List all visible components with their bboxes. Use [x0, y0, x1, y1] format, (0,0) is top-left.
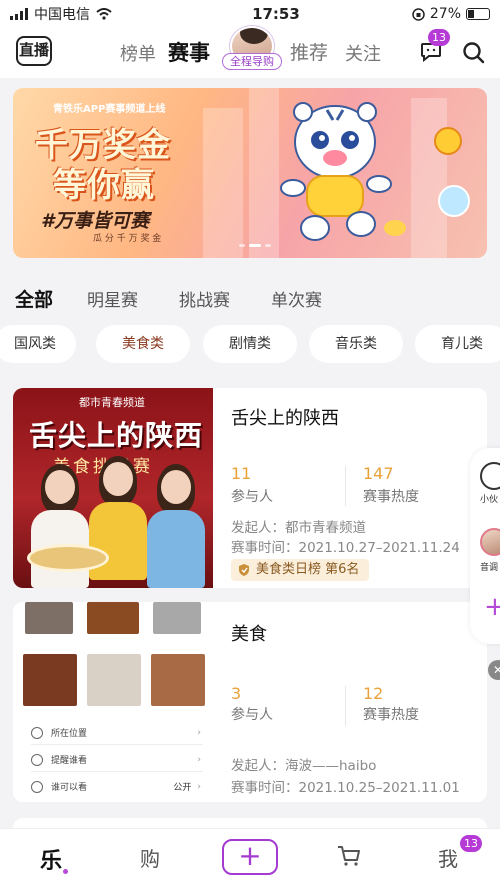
tab-shop[interactable]: 购 [140, 843, 160, 872]
event-collage: 所在位置 › 提醒谁看 › 谁可以看 公开 › [13, 602, 213, 802]
guide-avatar-button[interactable]: 全程导购 [222, 26, 282, 72]
stat-divider [345, 686, 346, 726]
post-setting-visibility[interactable]: 谁可以看 公开 › [31, 780, 201, 793]
float-item-2-label: 音调 [480, 563, 499, 573]
float-add-icon[interactable]: + [484, 594, 500, 620]
participants-label: 参与人 [231, 489, 273, 505]
tab-follow[interactable]: 关注 [345, 40, 381, 66]
heat-label: 赛事热度 [363, 707, 419, 723]
battery-icon [466, 8, 490, 20]
at-icon [31, 753, 43, 766]
chip-food[interactable]: 美食类 [96, 325, 190, 363]
food-plate-icon [27, 544, 109, 572]
clock: 17:53 [252, 5, 300, 23]
poster-brand: 都市青春频道 [79, 396, 145, 409]
tab-me[interactable]: 我 [438, 843, 458, 872]
coin-decoration-icon [384, 220, 406, 236]
post-setting-label: 所在位置 [51, 729, 88, 739]
tab-ranking[interactable]: 榜单 [120, 40, 156, 66]
signal-icon [10, 8, 28, 20]
bubble-decoration-icon [438, 185, 470, 217]
cart-icon[interactable] [337, 845, 361, 867]
chip-guofeng[interactable]: 国风类 [0, 325, 76, 363]
search-icon[interactable] [462, 41, 486, 65]
event-period: 赛事时间：2021.10.25–2021.11.01 [231, 780, 460, 796]
heat-label: 赛事热度 [363, 489, 419, 505]
participants-count: 11 [231, 464, 252, 483]
active-dot [63, 869, 68, 874]
chevron-right-icon: › [197, 781, 201, 792]
streamer-avatar[interactable] [480, 528, 500, 556]
event-title: 舌尖上的陕西 [231, 408, 339, 429]
category-tab-star[interactable]: 明星赛 [87, 286, 138, 311]
chevron-right-icon: › [197, 727, 201, 738]
shield-icon [239, 564, 249, 576]
guide-label: 全程导购 [222, 53, 282, 70]
me-badge: 13 [460, 835, 482, 852]
participants-count: 3 [231, 684, 242, 703]
carrier-label: 中国电信 [34, 7, 90, 23]
category-tab-all[interactable]: 全部 [15, 285, 53, 312]
float-item-1-label: 小伙 [480, 495, 499, 505]
close-icon[interactable]: ✕ [488, 660, 500, 680]
banner-top-text: 青铁乐APP赛事频道上线 [53, 104, 166, 115]
promo-banner[interactable]: 青铁乐APP赛事频道上线 千万奖金 等你赢 #万事皆可赛 瓜 分 千 万 奖 金 [13, 88, 487, 258]
participants-label: 参与人 [231, 707, 273, 723]
user-icon [31, 780, 43, 793]
post-setting-location[interactable]: 所在位置 › [31, 726, 201, 739]
post-setting-value: 公开 [173, 783, 192, 793]
status-bar: 中国电信 17:53 27% [0, 0, 500, 28]
heat-count: 12 [363, 684, 384, 703]
category-tab-challenge[interactable]: 挑战赛 [179, 286, 230, 311]
tab-le[interactable]: 乐 [40, 843, 62, 875]
tiger-avatar-icon [480, 462, 500, 490]
chip-drama[interactable]: 剧情类 [203, 325, 297, 363]
bottom-tab-bar: 乐 购 + 我 13 [0, 828, 500, 888]
floating-live-panel[interactable]: 小伙 音调 + [470, 448, 500, 644]
tiger-mascot-icon [280, 102, 392, 241]
location-icon [31, 726, 43, 739]
stat-divider [345, 466, 346, 506]
heat-count: 147 [363, 464, 394, 483]
tab-recommend[interactable]: 推荐 [290, 38, 328, 65]
event-initiator: 发起人：海波——haibo [231, 758, 377, 774]
emoji-decoration-icon [434, 127, 462, 155]
event-card-2[interactable]: 所在位置 › 提醒谁看 › 谁可以看 公开 › 美食 3 参与人 12 赛事热度… [13, 602, 487, 802]
chip-music[interactable]: 音乐类 [309, 325, 403, 363]
battery-percent: 27% [429, 6, 461, 22]
subcategory-chips: 国风类 美食类 剧情类 音乐类 育儿类 [0, 325, 500, 363]
rank-badge[interactable]: 美食类日榜 第6名 [231, 559, 370, 581]
chevron-right-icon: › [197, 754, 201, 765]
event-title: 美食 [231, 624, 267, 645]
banner-sub: 瓜 分 千 万 奖 金 [93, 234, 162, 244]
rank-text: 美食类日榜 第6名 [256, 562, 360, 577]
event-card-1[interactable]: 都市青春频道 舌尖上的陕西 美食挑战赛 舌尖上的陕西 11 参与人 147 赛事… [13, 388, 487, 588]
event-period: 赛事时间：2021.10.27–2021.11.24 [231, 540, 460, 556]
category-tab-single[interactable]: 单次赛 [271, 286, 322, 311]
poster-title: 舌尖上的陕西 [29, 419, 204, 452]
banner-slogan: #万事皆可赛 [41, 210, 150, 232]
wifi-icon [96, 8, 112, 20]
top-nav: 直播 榜单 赛事 全程导购 推荐 关注 13 [0, 26, 500, 78]
post-setting-remind[interactable]: 提醒谁看 › [31, 753, 201, 766]
post-setting-label: 提醒谁看 [51, 756, 88, 766]
live-logo-button[interactable]: 直播 [16, 36, 52, 66]
post-setting-label: 谁可以看 [51, 783, 88, 793]
message-badge: 13 [428, 29, 450, 46]
event-poster: 都市青春频道 舌尖上的陕西 美食挑战赛 [13, 388, 213, 588]
banner-pager [239, 244, 271, 247]
event-initiator: 发起人：都市青春频道 [231, 520, 366, 536]
rotation-lock-icon [412, 7, 425, 21]
tab-events[interactable]: 赛事 [168, 37, 210, 67]
banner-headline-2: 等你赢 [53, 165, 155, 204]
chip-parenting[interactable]: 育儿类 [415, 325, 500, 363]
create-button[interactable]: + [222, 839, 278, 875]
category-tabs: 全部 明星赛 挑战赛 单次赛 [15, 285, 363, 312]
